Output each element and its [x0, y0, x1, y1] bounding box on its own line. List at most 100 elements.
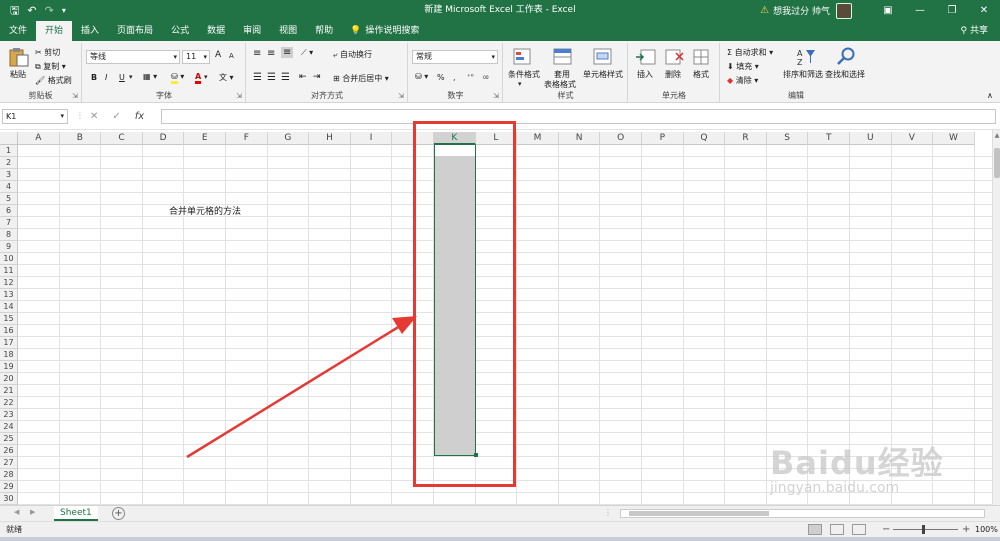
row-header[interactable]: 20 — [0, 373, 18, 385]
next-sheet-icon[interactable]: ▶ — [30, 508, 35, 516]
row-header[interactable]: 2 — [0, 157, 18, 169]
zoom-out-button[interactable]: − — [882, 522, 890, 537]
row-header[interactable]: 3 — [0, 169, 18, 181]
row-header[interactable]: 30 — [0, 493, 18, 505]
sort-filter-icon[interactable]: A Z — [795, 47, 817, 67]
collapse-ribbon-icon[interactable]: ∧ — [987, 91, 993, 100]
conditional-format-button[interactable]: 条件格式 — [508, 69, 540, 80]
normal-view-icon[interactable] — [808, 524, 822, 535]
row-header[interactable]: 27 — [0, 457, 18, 469]
tab-page-layout[interactable]: 页面布局 — [108, 21, 162, 41]
font-color-button[interactable]: A ▾ — [195, 72, 208, 84]
alignment-launcher-icon[interactable]: ⇲ — [398, 92, 404, 100]
format-painter-button[interactable]: 🖌 格式刷 — [35, 75, 72, 86]
tab-view[interactable]: 视图 — [270, 21, 306, 41]
vertical-scrollbar[interactable]: ▲ — [992, 130, 1000, 505]
column-header[interactable]: U — [850, 132, 892, 145]
row-header[interactable]: 13 — [0, 289, 18, 301]
increase-decimal-icon[interactable]: ⁺⁰ — [467, 73, 474, 81]
scroll-up-icon[interactable]: ▲ — [993, 132, 1000, 139]
share-button[interactable]: ⚲ 共享 — [961, 21, 988, 41]
paste-icon[interactable] — [8, 47, 30, 67]
select-all-corner[interactable] — [0, 132, 18, 145]
cut-button[interactable]: ✂ 剪切 — [35, 47, 60, 58]
column-header[interactable]: P — [642, 132, 684, 145]
prev-sheet-icon[interactable]: ◀ — [14, 508, 19, 516]
align-bottom-icon[interactable]: ≡ — [281, 47, 294, 58]
user-name[interactable]: 想我过分 帅气 — [773, 4, 830, 17]
insert-cells-icon[interactable] — [635, 47, 657, 67]
align-left-icon[interactable]: ☰ — [253, 72, 262, 83]
font-size-select[interactable]: 11 ▾ — [182, 50, 210, 64]
wrap-text-button[interactable]: ⤶ 自动换行 — [333, 49, 372, 60]
row-header[interactable]: 21 — [0, 385, 18, 397]
tab-home[interactable]: 开始 — [36, 21, 73, 41]
zoom-slider[interactable] — [893, 529, 958, 530]
fill-color-icon[interactable]: ⛁ ▾ — [171, 72, 184, 84]
column-header[interactable]: E — [184, 132, 226, 145]
row-header[interactable]: 22 — [0, 397, 18, 409]
chevron-down-icon[interactable]: ▾ — [129, 73, 133, 81]
horizontal-scroll-thumb[interactable] — [629, 511, 769, 516]
undo-icon[interactable]: ↶ — [27, 0, 36, 21]
row-header[interactable]: 11 — [0, 265, 18, 277]
tab-insert[interactable]: 插入 — [72, 21, 108, 41]
save-icon[interactable]: 🖫 — [10, 0, 19, 21]
decrease-decimal-icon[interactable]: ₀₀ — [483, 73, 489, 81]
row-header[interactable]: 14 — [0, 301, 18, 313]
row-header[interactable]: 17 — [0, 337, 18, 349]
close-button[interactable]: ✕ — [968, 0, 1000, 21]
column-header[interactable]: B — [59, 132, 102, 145]
row-header[interactable]: 29 — [0, 481, 18, 493]
copy-button[interactable]: ⧉ 复制 ▾ — [35, 61, 66, 72]
row-header[interactable]: 6 — [0, 205, 18, 217]
column-header[interactable]: F — [226, 132, 268, 145]
phonetic-button[interactable]: 文 ▾ — [219, 72, 234, 83]
row-header[interactable]: 5 — [0, 193, 18, 205]
chevron-down-icon[interactable]: ▾ — [518, 80, 522, 88]
row-header[interactable]: 26 — [0, 445, 18, 457]
row-header[interactable]: 18 — [0, 349, 18, 361]
page-layout-view-icon[interactable] — [830, 524, 844, 535]
font-name-select[interactable]: 等线 ▾ — [86, 50, 180, 64]
tell-me-search[interactable]: 💡 操作说明搜索 — [342, 21, 419, 41]
column-header[interactable]: D — [142, 132, 185, 145]
clear-button[interactable]: ◆ 清除 ▾ — [727, 75, 758, 86]
increase-indent-icon[interactable]: ⇥ — [313, 72, 321, 82]
redo-icon[interactable]: ↷ — [45, 0, 54, 21]
bold-button[interactable]: B — [91, 73, 97, 82]
insert-cells-button[interactable]: 插入 — [637, 69, 653, 80]
minimize-button[interactable]: — — [904, 0, 936, 21]
clipboard-launcher-icon[interactable]: ⇲ — [72, 92, 78, 100]
row-header[interactable]: 9 — [0, 241, 18, 253]
column-header[interactable]: Q — [683, 132, 726, 145]
find-select-button[interactable]: 查找和选择 — [825, 69, 865, 80]
find-select-icon[interactable] — [835, 46, 857, 66]
sort-filter-button[interactable]: 排序和筛选 — [783, 69, 823, 80]
column-header[interactable]: H — [309, 132, 351, 145]
row-header[interactable]: 1 — [0, 145, 18, 157]
grow-font-button[interactable]: A — [215, 50, 221, 60]
insert-function-icon[interactable]: fx — [135, 109, 144, 124]
row-header[interactable]: 24 — [0, 421, 18, 433]
tab-splitter-icon[interactable]: ⋮ — [604, 508, 612, 517]
align-right-icon[interactable]: ☰ — [281, 72, 290, 83]
row-header[interactable]: 7 — [0, 217, 18, 229]
column-header[interactable]: M — [517, 132, 559, 145]
number-format-select[interactable]: 常规 ▾ — [412, 50, 498, 64]
accounting-icon[interactable]: ⛁ ▾ — [415, 72, 428, 81]
column-header[interactable]: G — [267, 132, 310, 145]
restore-button[interactable]: ❐ — [936, 0, 968, 21]
zoom-slider-knob[interactable] — [922, 525, 925, 534]
orientation-icon[interactable]: ⟋ ▾ — [301, 48, 313, 58]
border-icon[interactable]: ▦ ▾ — [143, 72, 157, 81]
column-header[interactable]: A — [18, 132, 60, 145]
comma-button[interactable]: , — [453, 73, 456, 82]
format-cells-icon[interactable] — [691, 47, 713, 67]
shrink-font-button[interactable]: A — [229, 52, 234, 60]
avatar[interactable] — [836, 2, 852, 19]
column-header[interactable]: I — [350, 132, 393, 145]
format-table-icon[interactable] — [552, 47, 574, 67]
column-header[interactable]: N — [558, 132, 601, 145]
tab-help[interactable]: 帮助 — [306, 21, 342, 41]
